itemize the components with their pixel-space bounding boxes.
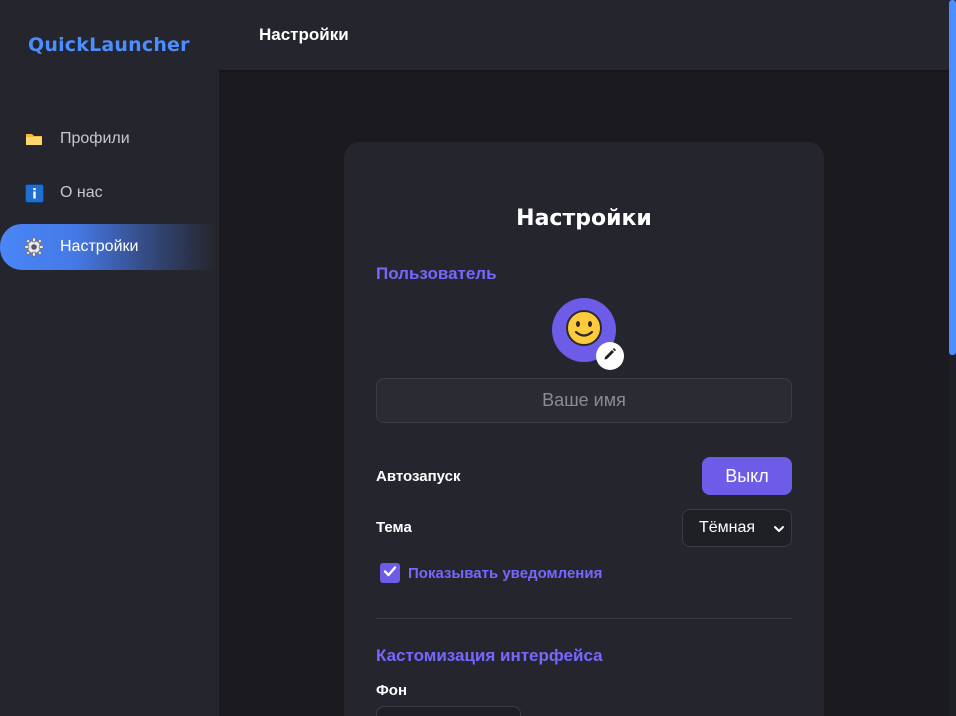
page-title: Настройки — [259, 25, 349, 44]
user-section-title: Пользователь — [376, 264, 497, 283]
sidebar-nav: Профили О нас Настройки — [0, 116, 219, 278]
notifications-label: Показывать уведомления — [408, 564, 603, 582]
edit-avatar-button[interactable] — [596, 342, 624, 370]
app-window: QuickLauncher Профили О нас Настройки На… — [0, 0, 956, 716]
pencil-icon — [602, 346, 618, 367]
gear-icon — [24, 237, 44, 257]
divider — [376, 618, 792, 619]
top-header: Настройки — [219, 0, 949, 70]
autostart-label: Автозапуск — [376, 468, 461, 485]
sidebar-item-label: Профили — [60, 130, 130, 147]
sidebar-item-label: О нас — [60, 184, 103, 201]
folder-icon — [24, 129, 44, 149]
smiley-icon — [565, 309, 603, 352]
background-label: Фон — [376, 682, 408, 699]
sidebar-item-profiles[interactable]: Профили — [0, 116, 219, 162]
theme-select-value: Тёмная — [699, 519, 756, 536]
scrollbar-thumb[interactable] — [949, 0, 956, 355]
chevron-down-icon — [773, 522, 785, 540]
sidebar-item-about[interactable]: О нас — [0, 170, 219, 216]
brand-logo: QuickLauncher — [28, 34, 190, 56]
info-icon — [24, 183, 44, 203]
sidebar-item-label: Настройки — [60, 238, 139, 255]
sidebar-item-settings[interactable]: Настройки — [0, 224, 215, 270]
theme-select[interactable]: Тёмная — [682, 509, 792, 547]
scrollbar[interactable] — [949, 0, 956, 716]
settings-card: Настройки Пользователь Автозапуск — [344, 142, 824, 716]
autostart-toggle-button[interactable]: Выкл — [702, 457, 792, 495]
background-select[interactable] — [376, 706, 521, 716]
settings-title: Настройки — [516, 206, 652, 231]
customization-section-title: Кастомизация интерфейса — [376, 646, 603, 665]
name-input[interactable] — [376, 378, 792, 423]
notifications-option[interactable]: Показывать уведомления — [380, 563, 602, 583]
checkmark-icon — [383, 564, 397, 583]
sidebar: QuickLauncher Профили О нас Настройки — [0, 0, 219, 716]
notifications-checkbox[interactable] — [380, 563, 400, 583]
theme-label: Тема — [376, 519, 412, 536]
